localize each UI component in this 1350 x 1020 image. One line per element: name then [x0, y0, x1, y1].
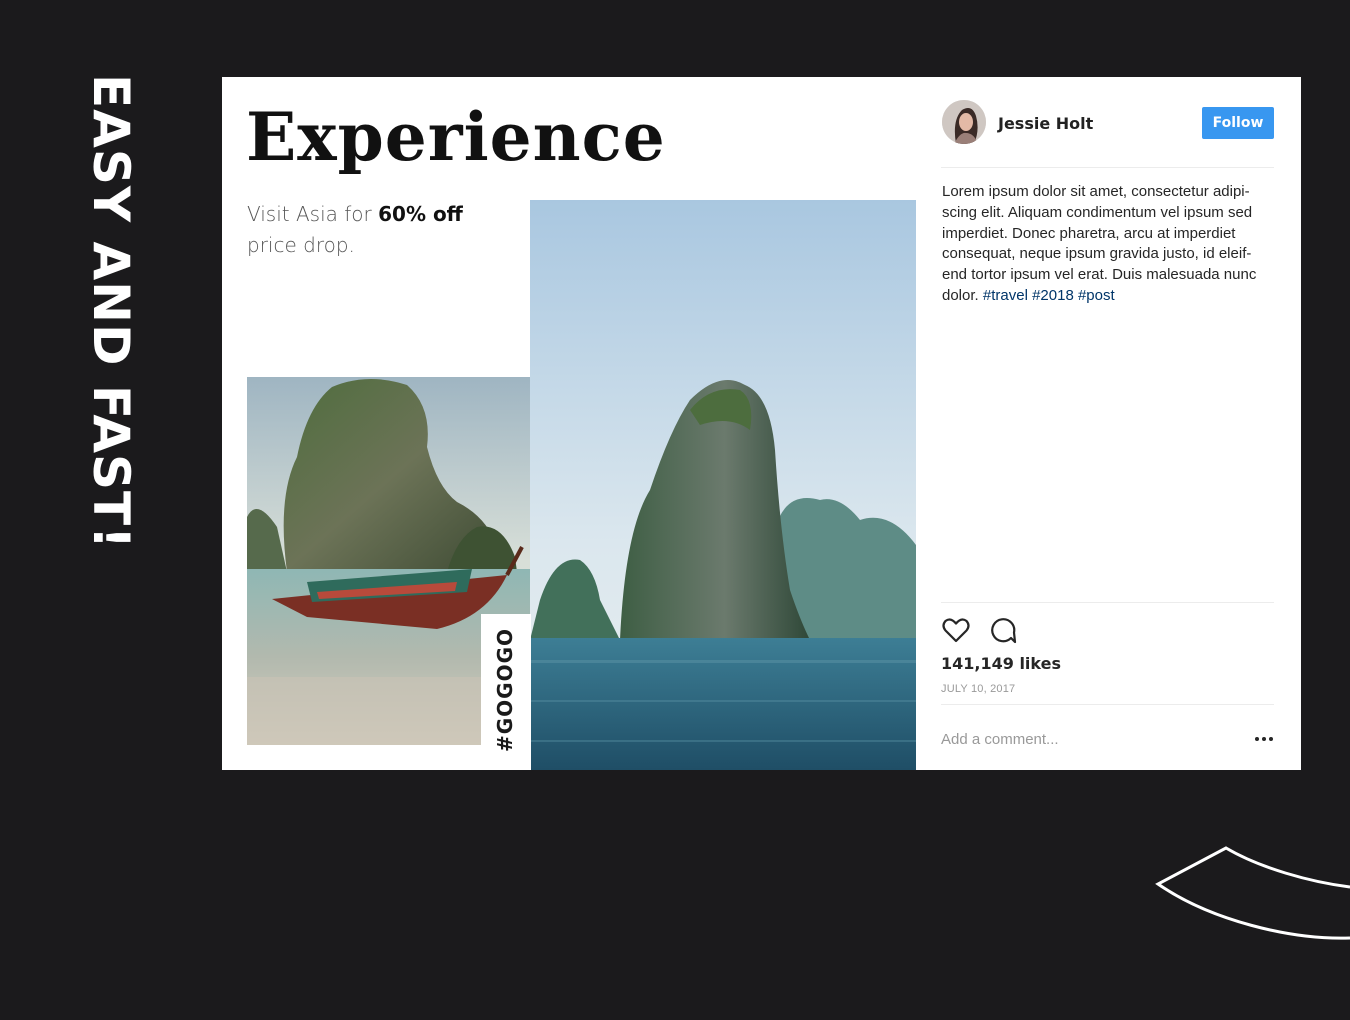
promo-suffix: price drop. [247, 233, 355, 257]
headline: Experience [246, 98, 666, 176]
promo-highlight: 60% off [378, 202, 463, 226]
side-title: EASY AND FAST! [82, 74, 140, 550]
follow-button[interactable]: Follow [1202, 107, 1274, 139]
promo-prefix: Visit Asia for [247, 202, 379, 226]
comment-bubble-icon[interactable] [988, 615, 1018, 645]
hashtag-link[interactable]: #2018 [1032, 287, 1074, 304]
avatar[interactable] [942, 100, 986, 144]
photo-hashtag: #GOGOGO [493, 628, 517, 753]
likes-count: 141,149 likes [941, 654, 1061, 673]
decorative-curve [1155, 846, 1350, 940]
caption-text: Lorem ipsum dolor sit amet, consectetur … [942, 183, 1257, 304]
divider [941, 602, 1274, 603]
divider [941, 167, 1274, 168]
rock-photo [530, 200, 916, 770]
post-date: JULY 10, 2017 [941, 683, 1016, 695]
heart-icon[interactable] [941, 615, 971, 645]
post-card: Experience Visit Asia for 60% off price … [222, 77, 1301, 770]
promo-text: Visit Asia for 60% off price drop. [247, 199, 507, 261]
username[interactable]: Jessie Holt [998, 114, 1093, 133]
post-sidebar: Jessie Holt Follow Lorem ipsum dolor sit… [941, 77, 1274, 770]
post-caption: Lorem ipsum dolor sit amet, consectetur … [942, 182, 1275, 307]
comment-input[interactable] [941, 725, 1241, 753]
hashtag-link[interactable]: #post [1078, 287, 1115, 304]
hashtag-label-box: #GOGOGO [481, 614, 531, 770]
divider [941, 704, 1274, 705]
hashtag-link[interactable]: #travel [983, 287, 1028, 304]
more-dots-icon[interactable] [1253, 729, 1275, 749]
